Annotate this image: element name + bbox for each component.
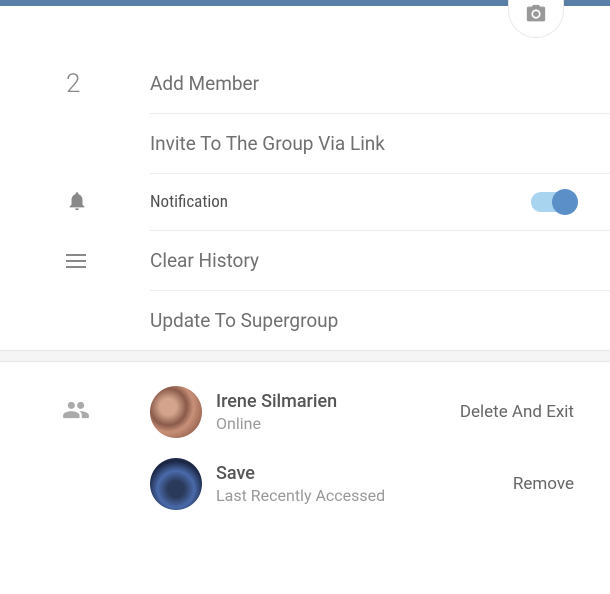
add-member-row[interactable]: 2 Add Member [62,54,610,114]
remove-action[interactable]: Remove [513,474,574,494]
section-divider [0,350,610,362]
add-member-label: Add Member [150,72,259,95]
member-count: 2 [66,69,80,99]
clear-history-row[interactable]: Clear History [62,231,610,291]
update-supergroup-row[interactable]: Update To Supergroup [62,291,610,350]
member-status: Online [216,414,460,433]
avatar [150,386,202,438]
invite-link-row[interactable]: Invite To The Group Via Link [62,114,610,174]
notification-label: Notification [150,192,228,212]
clear-history-label: Clear History [150,249,259,272]
menu-icon [66,254,86,268]
invite-link-label: Invite To The Group Via Link [150,132,385,155]
member-name: Irene Silmarien [216,391,460,412]
notification-row: Notification [62,174,610,231]
update-supergroup-label: Update To Supergroup [150,309,338,332]
avatar [150,458,202,510]
bell-icon [66,190,88,216]
member-row[interactable]: Irene Silmarien Online Delete And Exit [0,382,610,442]
delete-exit-action[interactable]: Delete And Exit [460,402,574,422]
member-name: Save [216,463,513,484]
member-status: Last Recently Accessed [216,486,513,505]
camera-icon [525,9,547,29]
member-row[interactable]: Save Last Recently Accessed Remove [0,454,610,514]
notification-toggle[interactable] [531,192,576,212]
people-icon [62,409,90,428]
